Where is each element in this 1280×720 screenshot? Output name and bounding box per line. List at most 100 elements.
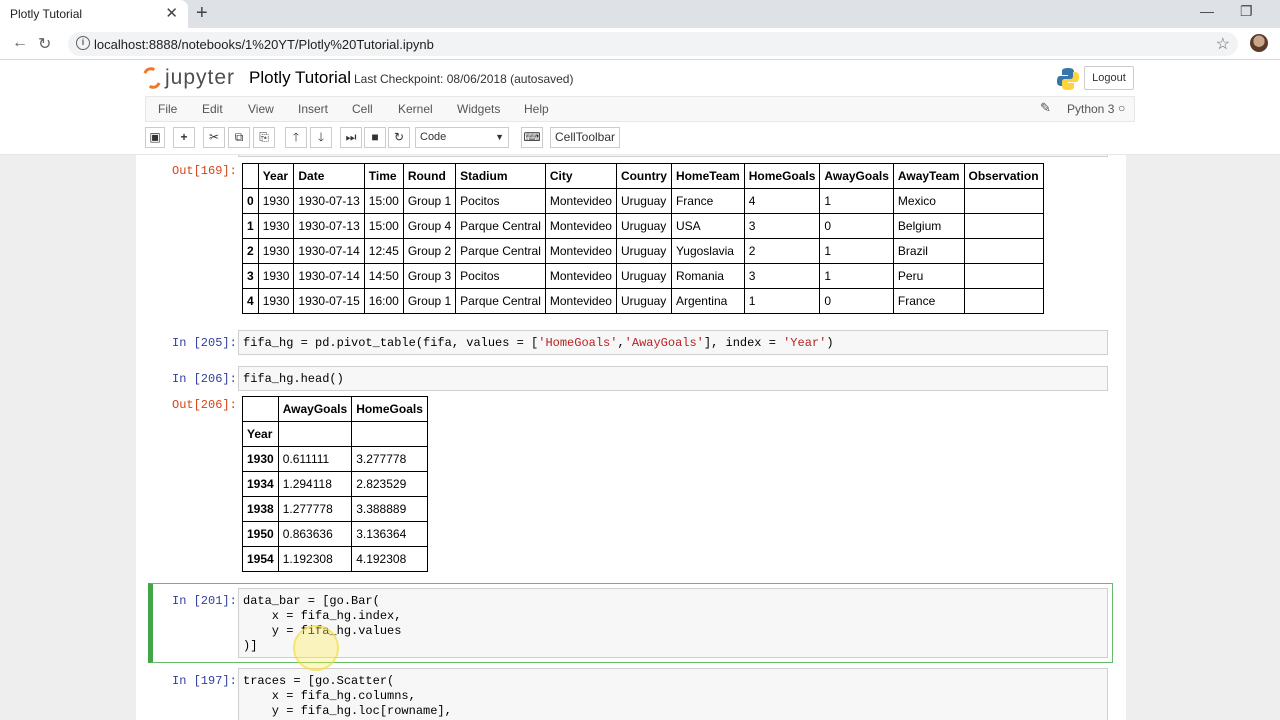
table-cell: 2 — [743, 238, 821, 264]
table-cell: 1.294118 — [277, 471, 353, 497]
code-text: ) — [826, 336, 834, 350]
move-up-button[interactable]: 🡑 — [285, 127, 307, 148]
menu-kernel[interactable]: Kernel — [398, 102, 433, 116]
stop-icon: ■ — [371, 130, 379, 144]
save-button[interactable]: ▣ — [145, 127, 165, 148]
minimize-icon[interactable]: — — [1200, 3, 1214, 19]
bookmark-star-icon[interactable]: ☆ — [1216, 34, 1230, 54]
cell-type-select[interactable]: Code ▼ — [415, 127, 509, 148]
move-down-button[interactable]: 🡓 — [310, 127, 332, 148]
notebook-name[interactable]: Plotly Tutorial — [249, 68, 351, 88]
table-cell — [963, 263, 1044, 289]
save-icon: ▣ — [149, 130, 161, 144]
column-header: Stadium — [455, 163, 546, 189]
table-cell: 1.277778 — [277, 496, 353, 522]
column-header: Country — [615, 163, 672, 189]
interrupt-button[interactable]: ■ — [364, 127, 386, 148]
table-row: 1930 0.611111 3.277778 — [242, 446, 428, 472]
column-header: Round — [402, 163, 457, 189]
table-cell: 1930-07-13 — [293, 213, 365, 239]
jupyter-header: jupyter Plotly Tutorial Last Checkpoint:… — [0, 60, 1280, 155]
code-text: fifa_hg = pd.pivot_table(fifa, values = … — [243, 336, 539, 350]
table-row: 1938 1.277778 3.388889 — [242, 496, 428, 522]
column-header: City — [544, 163, 617, 189]
table-cell: France — [670, 188, 745, 214]
menu-file[interactable]: File — [158, 102, 177, 116]
reload-icon[interactable]: ↻ — [38, 34, 51, 54]
menu-insert[interactable]: Insert — [298, 102, 328, 116]
table-cell: Yugoslavia — [670, 238, 745, 264]
profile-avatar[interactable] — [1250, 34, 1268, 52]
menu-cell[interactable]: Cell — [352, 102, 373, 116]
new-tab-icon[interactable]: + — [196, 2, 208, 25]
table-cell: Uruguay — [615, 263, 672, 289]
back-icon[interactable]: ← — [12, 34, 28, 52]
code-string: 'Year' — [783, 336, 827, 350]
code-string: 'HomeGoals' — [538, 336, 618, 350]
browser-tab[interactable]: Plotly Tutorial ✕ — [0, 0, 188, 28]
table-cell: 14:50 — [363, 263, 404, 289]
table-row: 0 1930 1930-07-13 15:00 Group 1 Pocitos Montev… — [242, 188, 1044, 214]
table-cell: 3 — [743, 213, 821, 239]
table-cell: 1930-07-14 — [293, 238, 365, 264]
table-cell: 1930-07-14 — [293, 263, 365, 289]
table-cell: 0.611111 — [277, 446, 353, 472]
code-text: , — [617, 336, 625, 350]
copy-button[interactable]: ⧉ — [228, 127, 250, 148]
code-cell-scatter-traces[interactable]: traces = [go.Scatter( x = fifa_hg.column… — [238, 668, 1108, 720]
menu-view[interactable]: View — [248, 102, 274, 116]
table-cell: Uruguay — [615, 213, 672, 239]
run-button[interactable]: ⏭ — [340, 127, 362, 148]
column-header: Date — [293, 163, 365, 189]
table-cell: 4.192308 — [351, 546, 428, 572]
command-palette-button[interactable]: ⌨ — [521, 127, 543, 148]
info-icon[interactable]: i — [76, 36, 90, 50]
paste-button[interactable]: ⎘ — [253, 127, 275, 148]
table-cell: 4 — [743, 188, 821, 214]
table-cell: Montevideo — [544, 263, 617, 289]
table-cell: Uruguay — [615, 188, 672, 214]
dataframe-matches: Year Date Time Round Stadium City Country HomeT… — [242, 163, 1044, 314]
input-prompt: In [197]: — [172, 674, 237, 688]
column-header: Year — [257, 163, 295, 189]
kernel-status-icon: ○ — [1118, 101, 1126, 115]
table-cell: 3.388889 — [351, 496, 428, 522]
code-cell-pivot-table[interactable]: fifa_hg = pd.pivot_table(fifa, values = … — [238, 330, 1108, 355]
table-cell: 12:45 — [363, 238, 404, 264]
table-cell — [963, 213, 1044, 239]
table-cell: 1930 — [257, 238, 295, 264]
table-cell: 1930 — [257, 263, 295, 289]
table-cell: 15:00 — [363, 188, 404, 214]
close-tab-icon[interactable]: ✕ — [165, 4, 178, 22]
chevron-down-icon: ▼ — [495, 132, 504, 142]
table-cell: 0.863636 — [277, 521, 353, 547]
menu-edit[interactable]: Edit — [202, 102, 223, 116]
code-cell-head[interactable]: fifa_hg.head() — [238, 366, 1108, 391]
table-cell — [963, 238, 1044, 264]
logout-button[interactable]: Logout — [1084, 66, 1134, 90]
address-bar: ← ↻ i localhost:8888/notebooks/1%20YT/Pl… — [0, 28, 1280, 60]
table-cell: Pocitos — [455, 263, 546, 289]
restore-icon[interactable]: ❐ — [1240, 3, 1253, 20]
menu-help[interactable]: Help — [524, 102, 549, 116]
cut-button[interactable]: ✂ — [203, 127, 225, 148]
table-cell: 15:00 — [363, 213, 404, 239]
row-index: 1934 — [242, 471, 279, 497]
cut-icon: ✂ — [208, 130, 220, 144]
notebook-toolbar: ▣ + ✂ ⧉ ⎘ 🡑 🡓 ⏭ ■ ↻ Code ▼ ⌨ CellToolbar — [145, 124, 1135, 152]
table-cell: Argentina — [670, 288, 745, 314]
restart-button[interactable]: ↻ — [388, 127, 410, 148]
notebook-area[interactable]: Out[169]: Year Date Time Round Stadium City Co… — [0, 155, 1280, 720]
menu-widgets[interactable]: Widgets — [457, 102, 500, 116]
table-cell — [351, 421, 428, 447]
kernel-name[interactable]: Python 3 — [1067, 102, 1114, 116]
insert-cell-button[interactable]: + — [173, 127, 195, 148]
code-cell-bar-trace[interactable]: data_bar = [go.Bar( x = fifa_hg.index, y… — [238, 588, 1108, 658]
browser-tab-bar: Plotly Tutorial ✕ + — ❐ — [0, 0, 1280, 28]
table-cell: Mexico — [892, 188, 965, 214]
table-cell: Uruguay — [615, 288, 672, 314]
celltoolbar-button[interactable]: CellToolbar — [550, 127, 620, 148]
url-field[interactable]: i localhost:8888/notebooks/1%20YT/Plotly… — [68, 32, 1238, 56]
table-cell: 0 — [819, 288, 894, 314]
previous-cell-edge[interactable] — [238, 155, 1108, 157]
